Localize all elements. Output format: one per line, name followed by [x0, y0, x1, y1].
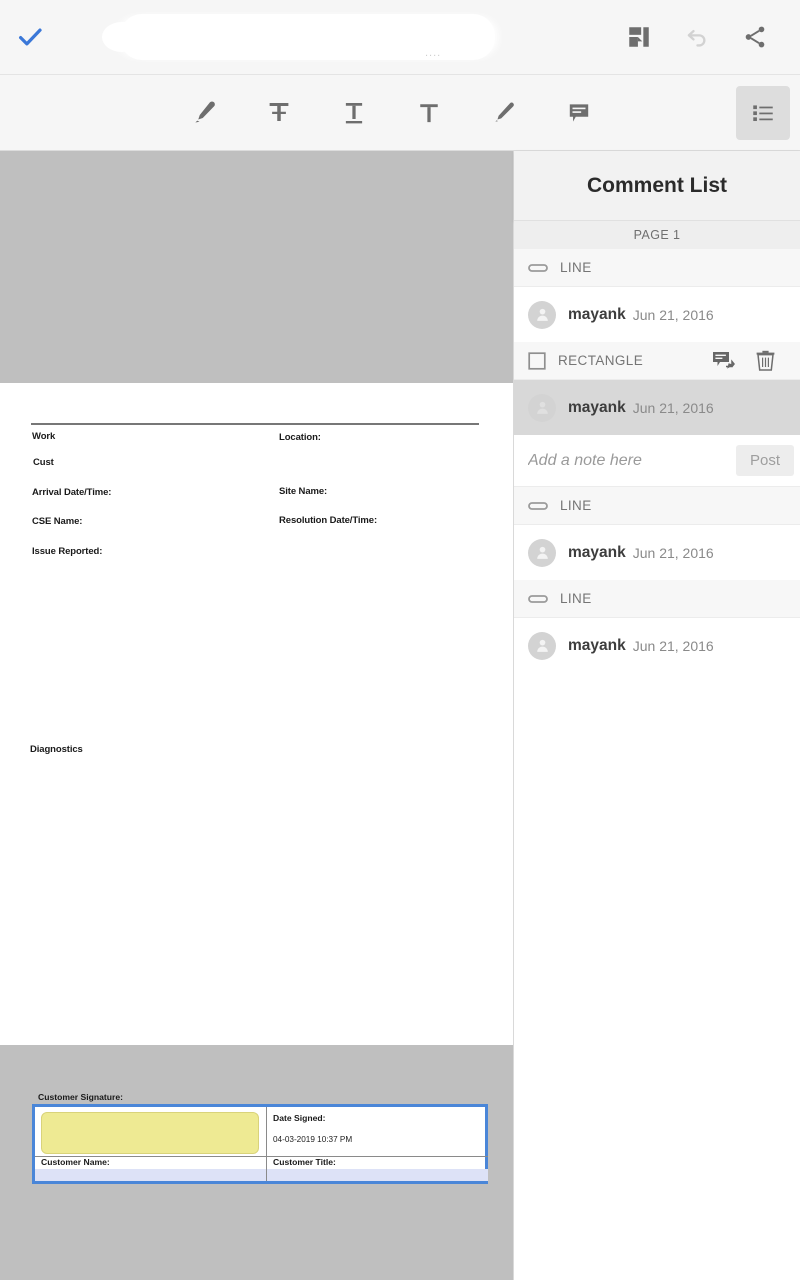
annotation-type-label: RECTANGLE: [558, 353, 644, 368]
comment-author: mayank: [568, 636, 626, 654]
customer-name-label: Customer Name:: [41, 1157, 110, 1167]
confirm-button[interactable]: [0, 0, 60, 75]
delete-annotation-button[interactable]: [744, 350, 786, 372]
date-signed-label: Date Signed:: [273, 1113, 326, 1123]
highlighter-icon: [189, 98, 219, 128]
redaction-marks: ....: [425, 46, 442, 59]
underline-text-icon: [339, 98, 369, 128]
reply-comment-icon: [711, 350, 735, 372]
line-annotation-icon: [528, 499, 548, 513]
comment-date: Jun 21, 2016: [632, 306, 714, 323]
customer-title-label: Customer Title:: [273, 1157, 336, 1167]
customer-title-input[interactable]: [267, 1169, 488, 1181]
note-composer: Post: [514, 435, 800, 487]
document-title-area[interactable]: ....: [60, 0, 610, 75]
field-label-arrival-datetime: Arrival Date/Time:: [32, 487, 112, 498]
tool-strikeout[interactable]: [241, 75, 316, 151]
comment-date: Jun 21, 2016: [632, 544, 714, 561]
title-redaction-overlay: ....: [102, 13, 495, 60]
annotation-toolbar: [0, 75, 800, 151]
note-input[interactable]: [528, 451, 736, 470]
field-label-work: Work: [32, 431, 56, 442]
annotation-row[interactable]: LINE: [514, 249, 800, 287]
avatar: [528, 538, 556, 567]
post-note-button[interactable]: Post: [736, 445, 795, 476]
field-label-diagnostics: Diagnostics: [30, 744, 83, 755]
comment-icon: [566, 100, 592, 126]
avatar: [528, 300, 556, 329]
page-group-header: PAGE 1: [514, 221, 800, 249]
date-signed-cell[interactable]: Date Signed: 04-03-2019 10:37 PM: [267, 1107, 488, 1157]
app-bar: ....: [0, 0, 800, 75]
tool-highlighter[interactable]: [166, 75, 241, 151]
comment-row[interactable]: mayank Jun 21, 2016: [514, 618, 800, 673]
customer-name-cell[interactable]: Customer Name:: [35, 1157, 267, 1181]
annotation-type-label: LINE: [560, 591, 592, 606]
tool-underline[interactable]: [316, 75, 391, 151]
comment-list-panel: Comment List PAGE 1 LINE mayank Jun 21, …: [513, 151, 800, 1280]
tool-group: [166, 75, 616, 151]
comment-row[interactable]: mayank Jun 21, 2016: [514, 287, 800, 342]
reply-comment-button[interactable]: [702, 350, 744, 372]
annotation-row[interactable]: RECTANGLE: [514, 342, 800, 380]
pencil-icon: [490, 99, 518, 127]
signature-block[interactable]: Customer Signature: Date Signed: 04-03-2…: [32, 1092, 488, 1184]
signature-input-field[interactable]: [41, 1112, 259, 1154]
toolbar-right: [736, 85, 800, 140]
signature-field-cell[interactable]: [35, 1107, 267, 1157]
field-label-issue-reported: Issue Reported:: [32, 546, 103, 557]
undo-button[interactable]: [668, 0, 726, 75]
field-label-resolution-datetime: Resolution Date/Time:: [279, 515, 378, 526]
comment-date: Jun 21, 2016: [632, 637, 714, 654]
field-label-site-name: Site Name:: [279, 486, 328, 497]
line-annotation-icon: [528, 261, 548, 275]
undo-icon: [683, 23, 711, 51]
pdf-page-1[interactable]: Work Location: Cust Arrival Date/Time: S…: [0, 383, 513, 1184]
comment-list-header: Comment List: [514, 151, 800, 221]
comment-list-toggle[interactable]: [736, 85, 790, 140]
page-layout-icon: [626, 24, 652, 50]
page-layout-button[interactable]: [610, 0, 668, 75]
comment-date: Jun 21, 2016: [632, 399, 714, 416]
date-signed-value: 04-03-2019 10:37 PM: [273, 1135, 353, 1144]
strikethrough-text-icon: [264, 98, 294, 128]
signature-caption: Customer Signature:: [38, 1092, 123, 1102]
field-label-location: Location:: [279, 432, 321, 443]
app-bar-actions: [610, 0, 800, 75]
rectangle-annotation-icon: [528, 351, 546, 370]
share-icon: [742, 24, 768, 50]
page-divider-rule: [31, 423, 479, 425]
tool-note[interactable]: [541, 75, 616, 151]
tool-text[interactable]: [391, 75, 466, 151]
tool-draw[interactable]: [466, 75, 541, 151]
pdf-annotation-app: .... Work Location: Cust Arrival Date/Ti…: [0, 0, 800, 1280]
comment-list-title: Comment List: [586, 173, 727, 197]
annotation-row[interactable]: LINE: [514, 487, 800, 525]
comment-row[interactable]: mayank Jun 21, 2016: [514, 380, 800, 435]
comment-row[interactable]: mayank Jun 21, 2016: [514, 525, 800, 580]
document-viewer[interactable]: Work Location: Cust Arrival Date/Time: S…: [0, 151, 513, 1280]
comment-author: mayank: [568, 398, 626, 416]
comment-author: mayank: [568, 305, 626, 323]
annotation-type-label: LINE: [560, 498, 592, 513]
field-label-cse-name: CSE Name:: [32, 516, 83, 527]
annotation-row[interactable]: LINE: [514, 580, 800, 618]
app-bar-left: ....: [0, 0, 610, 75]
customer-title-cell[interactable]: Customer Title:: [267, 1157, 488, 1181]
avatar: [528, 393, 556, 422]
comment-list-icon: [750, 100, 776, 126]
text-icon: [414, 98, 444, 128]
field-label-customer: Cust: [33, 457, 54, 468]
trash-icon: [755, 350, 776, 372]
customer-name-input[interactable]: [35, 1169, 266, 1181]
annotation-type-label: LINE: [560, 260, 592, 275]
line-annotation-icon: [528, 592, 548, 606]
check-icon: [15, 22, 45, 52]
comment-author: mayank: [568, 543, 626, 561]
share-button[interactable]: [726, 0, 784, 75]
avatar: [528, 631, 556, 660]
